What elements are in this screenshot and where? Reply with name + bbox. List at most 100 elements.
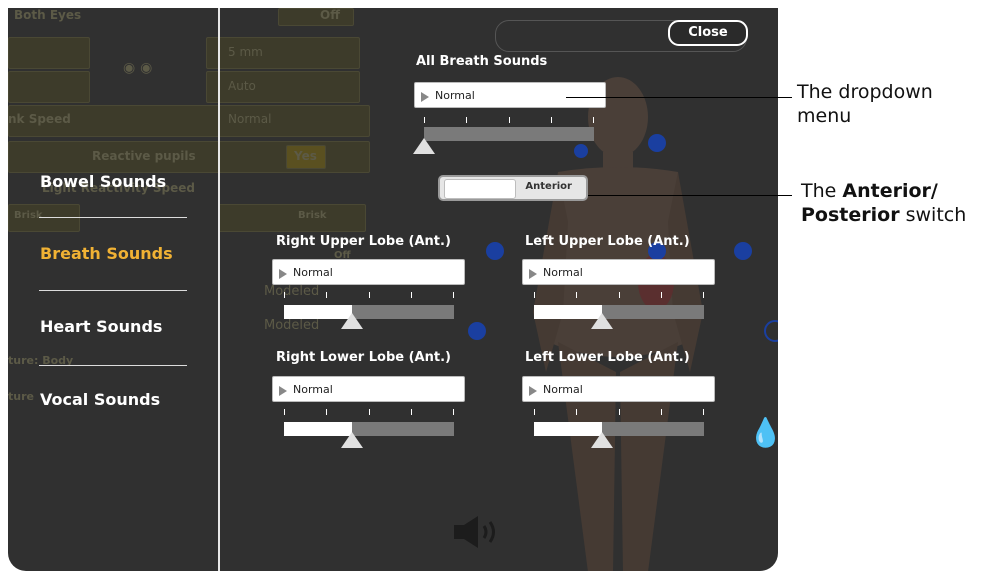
tick (703, 409, 704, 415)
tick (453, 409, 454, 415)
tick (424, 117, 425, 123)
switch-callout-suffix: switch (899, 204, 967, 226)
ghost-box-2 (8, 71, 90, 103)
switch-callout-prefix: The (801, 180, 843, 202)
tick (619, 409, 620, 415)
dropdown-arrow-icon (279, 269, 287, 279)
ghost-box-8 (218, 204, 366, 232)
right-upper-slider-track[interactable] (284, 305, 454, 319)
dropdown-value: Normal (543, 383, 583, 396)
dropdown-value: Normal (293, 383, 333, 396)
all-breath-sounds-title: All Breath Sounds (416, 54, 548, 69)
tick (534, 292, 535, 298)
right-lower-lobe-dropdown[interactable]: Normal (272, 376, 465, 402)
tick (661, 292, 662, 298)
tick (576, 409, 577, 415)
ghost-both-eyes: Both Eyes (14, 8, 82, 22)
left-upper-slider-thumb[interactable] (591, 313, 613, 329)
eye-icon: ◉ ◉ (123, 60, 153, 76)
tick (369, 292, 370, 298)
switch-knob[interactable] (444, 179, 516, 199)
auscultation-point-outline[interactable] (764, 320, 778, 342)
right-upper-lobe-dropdown[interactable]: Normal (272, 259, 465, 285)
switch-callout-bold1: Anterior/ (842, 180, 938, 202)
left-upper-lobe-dropdown[interactable]: Normal (522, 259, 715, 285)
left-lower-slider-thumb[interactable] (591, 432, 613, 448)
menu-separator (39, 290, 187, 291)
dropdown-callout-line1: The dropdown (797, 81, 933, 103)
left-upper-lobe-title: Left Upper Lobe (Ant.) (525, 234, 690, 249)
tick (619, 292, 620, 298)
anterior-posterior-switch[interactable]: Anterior (438, 175, 588, 201)
ghost-reactive-pupils: Reactive pupils (92, 149, 196, 163)
switch-callout-bold2: Posterior (801, 204, 900, 226)
ghost-off-box (278, 8, 354, 26)
drop-icon: 💧 (748, 416, 778, 449)
ghost-box-1 (8, 37, 90, 69)
tick (661, 409, 662, 415)
dropdown-arrow-icon (529, 269, 537, 279)
tick (326, 409, 327, 415)
menu-item-heart-sounds[interactable]: Heart Sounds (40, 317, 162, 336)
dropdown-callout-line2: menu (797, 105, 852, 127)
tick (534, 409, 535, 415)
ghost-blink-normal: Normal (228, 112, 272, 126)
slider-ticks (284, 292, 454, 298)
body-silhouette (533, 77, 703, 571)
left-lower-lobe-title: Left Lower Lobe (Ant.) (525, 350, 690, 365)
left-lower-slider-track[interactable] (534, 422, 704, 436)
close-button[interactable]: Close (668, 20, 748, 46)
menu-separator (39, 217, 187, 218)
slider-ticks (534, 292, 704, 298)
tick (466, 117, 467, 123)
left-upper-slider-track[interactable] (534, 305, 704, 319)
left-lower-lobe-dropdown[interactable]: Normal (522, 376, 715, 402)
ghost-pupil-size: 5 mm (228, 45, 263, 59)
tick (284, 409, 285, 415)
tick (284, 292, 285, 298)
slider-ticks (534, 409, 704, 415)
all-breath-slider-track[interactable] (424, 127, 594, 141)
menu-item-bowel-sounds[interactable]: Bowel Sounds (40, 172, 166, 191)
slider-ticks (424, 117, 594, 123)
switch-label: Anterior (525, 181, 572, 192)
menu-item-vocal-sounds[interactable]: Vocal Sounds (40, 390, 160, 409)
tick (453, 292, 454, 298)
right-lower-slider-thumb[interactable] (341, 432, 363, 448)
right-upper-slider-thumb[interactable] (341, 313, 363, 329)
right-upper-lobe-title: Right Upper Lobe (Ant.) (276, 234, 451, 249)
tick (411, 409, 412, 415)
dropdown-value: Normal (293, 266, 333, 279)
auscultation-point[interactable] (468, 322, 486, 340)
tick (551, 117, 552, 123)
dropdown-callout-text: The dropdown menu (797, 80, 933, 128)
auscultation-point[interactable] (486, 242, 504, 260)
menu-item-breath-sounds[interactable]: Breath Sounds (40, 244, 173, 263)
auscultation-point[interactable] (734, 242, 752, 260)
ghost-yes: Yes (294, 149, 317, 163)
menu-separator (39, 365, 187, 366)
tick (326, 292, 327, 298)
right-lower-slider-track[interactable] (284, 422, 454, 436)
tick (703, 292, 704, 298)
speaker-icon[interactable] (452, 514, 504, 550)
ghost-auto: Auto (228, 79, 256, 93)
slider-ticks (284, 409, 454, 415)
auscultation-point[interactable] (574, 144, 588, 158)
ghost-brisk-right: Brisk (298, 210, 327, 221)
switch-callout-line (588, 195, 792, 196)
dropdown-arrow-icon (421, 92, 429, 102)
tick (369, 409, 370, 415)
all-breath-sounds-dropdown[interactable]: Normal (414, 82, 606, 108)
auscultation-point[interactable] (648, 134, 666, 152)
ghost-modeled-2: Modeled (264, 318, 320, 333)
all-breath-slider-thumb[interactable] (413, 138, 435, 154)
tick (509, 117, 510, 123)
breath-sounds-panel: Both Eyes Off 5 mm Auto ◉ ◉ nk Speed Nor… (8, 8, 778, 571)
ghost-off-1: Off (320, 8, 340, 22)
ghost-brisk-left: Brisk (14, 210, 43, 221)
tick (593, 117, 594, 123)
switch-callout-text: The Anterior/ Posterior switch (801, 179, 966, 227)
dropdown-arrow-icon (529, 386, 537, 396)
dropdown-value: Normal (543, 266, 583, 279)
